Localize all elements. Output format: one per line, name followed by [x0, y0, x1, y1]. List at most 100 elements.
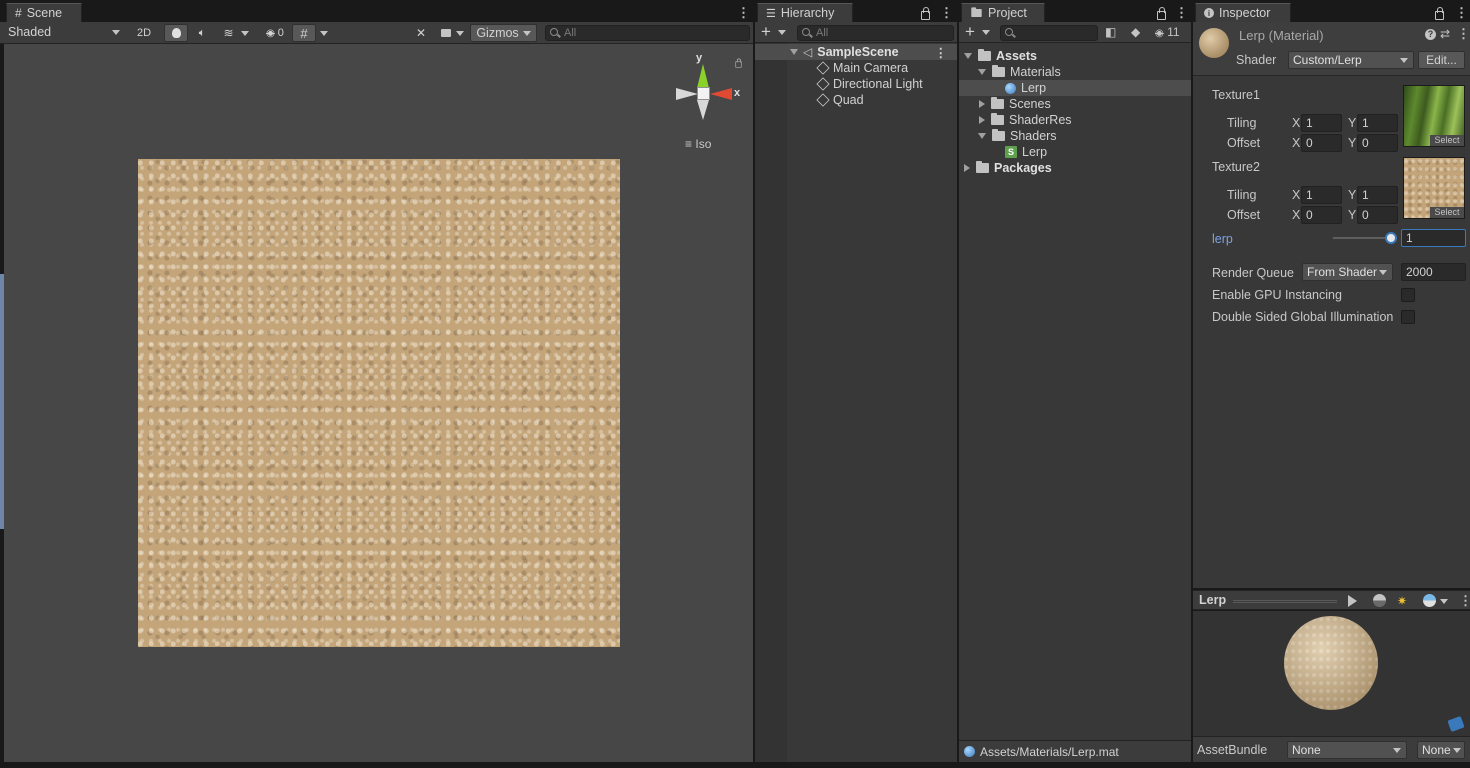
- lock-icon[interactable]: [735, 58, 742, 68]
- double-sided-gi-checkbox[interactable]: [1401, 310, 1415, 324]
- expand-arrow-icon[interactable]: [790, 49, 798, 55]
- gizmo-neg-y-cone[interactable]: [697, 100, 709, 120]
- preview-lighting-icon[interactable]: ✷: [1397, 594, 1407, 608]
- tools-button[interactable]: ✕: [410, 24, 432, 42]
- render-queue-dropdown[interactable]: From Shader: [1302, 263, 1393, 281]
- texture1-select-button[interactable]: Select: [1430, 135, 1464, 146]
- gizmo-y-cone[interactable]: [697, 64, 709, 88]
- search-by-type-icon[interactable]: ◧: [1105, 25, 1116, 39]
- assetbundle-variant-dropdown[interactable]: None: [1417, 741, 1465, 759]
- texture1-tiling-x[interactable]: 1: [1301, 114, 1342, 132]
- project-search-input[interactable]: [1000, 25, 1098, 41]
- texture2-tiling-y[interactable]: 1: [1357, 186, 1398, 204]
- preview-sphere-icon[interactable]: [1423, 594, 1436, 607]
- expand-arrow-icon[interactable]: [964, 53, 972, 59]
- gizmo-x-cone[interactable]: [710, 88, 732, 100]
- list-item[interactable]: Main Camera: [816, 60, 908, 76]
- grid-toggle-button[interactable]: #: [292, 24, 316, 42]
- texture2-select-button[interactable]: Select: [1430, 207, 1464, 218]
- folder-icon: [978, 49, 991, 61]
- project-menu-icon[interactable]: ⋮: [1175, 6, 1188, 19]
- gizmos-button[interactable]: Gizmos: [470, 24, 537, 42]
- audio-toggle-button[interactable]: 🔈︎: [190, 24, 214, 42]
- gpu-instancing-checkbox[interactable]: [1401, 288, 1415, 302]
- tab-scene[interactable]: # Scene: [6, 3, 82, 22]
- edit-shader-button[interactable]: Edit...: [1418, 51, 1465, 69]
- search-by-label-icon[interactable]: ◆: [1131, 25, 1140, 39]
- shader-value: Custom/Lerp: [1293, 53, 1362, 67]
- scene-menu-icon[interactable]: ⋮: [737, 6, 750, 19]
- render-queue-value-input[interactable]: 2000: [1401, 263, 1466, 281]
- tab-inspector[interactable]: i Inspector: [1195, 3, 1291, 22]
- lock-icon[interactable]: [1157, 7, 1166, 20]
- texture2-offset-y[interactable]: 0: [1357, 206, 1398, 224]
- inspector-menu-icon[interactable]: ⋮: [1455, 6, 1468, 19]
- texture1-slot[interactable]: Select: [1403, 85, 1465, 147]
- hidden-packages-toggle[interactable]: ◉ 11: [1155, 25, 1180, 39]
- lighting-toggle-button[interactable]: [164, 24, 188, 42]
- tree-item-shaderres[interactable]: ShaderRes: [979, 112, 1072, 128]
- tree-item-shader-lerp[interactable]: S Lerp: [1005, 144, 1047, 160]
- tree-item-materials[interactable]: Materials: [978, 64, 1061, 80]
- projection-toggle[interactable]: ≡ Iso: [685, 137, 711, 151]
- list-item[interactable]: Quad: [816, 92, 864, 108]
- lock-icon[interactable]: [1435, 7, 1444, 20]
- create-button[interactable]: +: [761, 23, 791, 41]
- select-label: Select: [1434, 135, 1460, 145]
- expand-arrow-icon[interactable]: [979, 100, 985, 108]
- tab-hierarchy[interactable]: ☰ Hierarchy: [757, 3, 853, 22]
- lerp-value-input[interactable]: 1: [1401, 229, 1466, 247]
- hierarchy-search-input[interactable]: All: [797, 25, 954, 41]
- texture2-offset-x[interactable]: 0: [1301, 206, 1342, 224]
- texture2-slot[interactable]: Select: [1403, 157, 1465, 219]
- scene-search-input[interactable]: All: [545, 25, 750, 41]
- presets-icon[interactable]: ⇄: [1440, 27, 1450, 41]
- create-button[interactable]: +: [965, 23, 995, 41]
- help-icon[interactable]: ?: [1425, 29, 1436, 40]
- preview-area[interactable]: [1193, 611, 1470, 736]
- preview-shape-icon[interactable]: [1373, 594, 1386, 607]
- chevron-down-icon[interactable]: [1440, 599, 1448, 604]
- tab-project[interactable]: Project: [961, 3, 1045, 22]
- expand-arrow-icon[interactable]: [979, 116, 985, 124]
- tree-item-scenes[interactable]: Scenes: [979, 96, 1051, 112]
- tree-item-shaders[interactable]: Shaders: [978, 128, 1057, 144]
- shading-mode-dropdown[interactable]: Shaded: [0, 23, 126, 42]
- gizmo-center-cube[interactable]: [697, 87, 710, 100]
- scene-root-row[interactable]: ◁ SampleScene ⋮: [755, 44, 957, 60]
- camera-icon: [440, 29, 451, 37]
- gizmo-neg-x-cone[interactable]: [676, 88, 698, 100]
- play-icon[interactable]: [1348, 595, 1357, 607]
- hidden-objects-toggle[interactable]: ◉ 0: [260, 24, 290, 42]
- texture1-offset-y[interactable]: 0: [1357, 134, 1398, 152]
- list-item[interactable]: Directional Light: [816, 76, 923, 92]
- assetbundle-dropdown[interactable]: None: [1287, 741, 1407, 759]
- 2d-toggle-button[interactable]: 2D: [131, 24, 157, 42]
- shader-dropdown[interactable]: Custom/Lerp: [1288, 51, 1414, 69]
- tree-item-material-lerp[interactable]: Lerp: [959, 80, 1191, 96]
- lerp-slider-thumb[interactable]: [1385, 232, 1397, 244]
- expand-arrow-icon[interactable]: [978, 69, 986, 75]
- expand-arrow-icon[interactable]: [978, 133, 986, 139]
- camera-settings-button[interactable]: [436, 24, 468, 42]
- tree-item-packages[interactable]: Packages: [964, 160, 1052, 176]
- lerp-slider[interactable]: [1333, 230, 1397, 246]
- preview-resize-handle[interactable]: [1233, 600, 1337, 603]
- tree-item-assets[interactable]: Assets: [964, 48, 1037, 64]
- layers-icon: ≋: [223, 26, 234, 40]
- texture1-tiling-y[interactable]: 1: [1357, 114, 1398, 132]
- preview-menu-icon[interactable]: ⋮: [1459, 593, 1470, 609]
- chevron-down-icon[interactable]: [320, 31, 328, 36]
- hierarchy-menu-icon[interactable]: ⋮: [940, 6, 953, 19]
- asset-label-icon[interactable]: [1447, 715, 1465, 733]
- expand-arrow-icon[interactable]: [964, 164, 970, 172]
- scene-menu-icon[interactable]: ⋮: [935, 45, 948, 60]
- component-menu-icon[interactable]: ⋮: [1457, 26, 1470, 42]
- effects-toggle-button[interactable]: ≋: [216, 24, 256, 42]
- lock-icon[interactable]: [921, 7, 930, 20]
- texture2-tiling-x[interactable]: 1: [1301, 186, 1342, 204]
- texture1-offset-x[interactable]: 0: [1301, 134, 1342, 152]
- orientation-gizmo[interactable]: y x: [672, 52, 742, 124]
- scene-viewport[interactable]: y x ≡ Iso: [0, 44, 753, 762]
- quad-object[interactable]: [138, 159, 620, 647]
